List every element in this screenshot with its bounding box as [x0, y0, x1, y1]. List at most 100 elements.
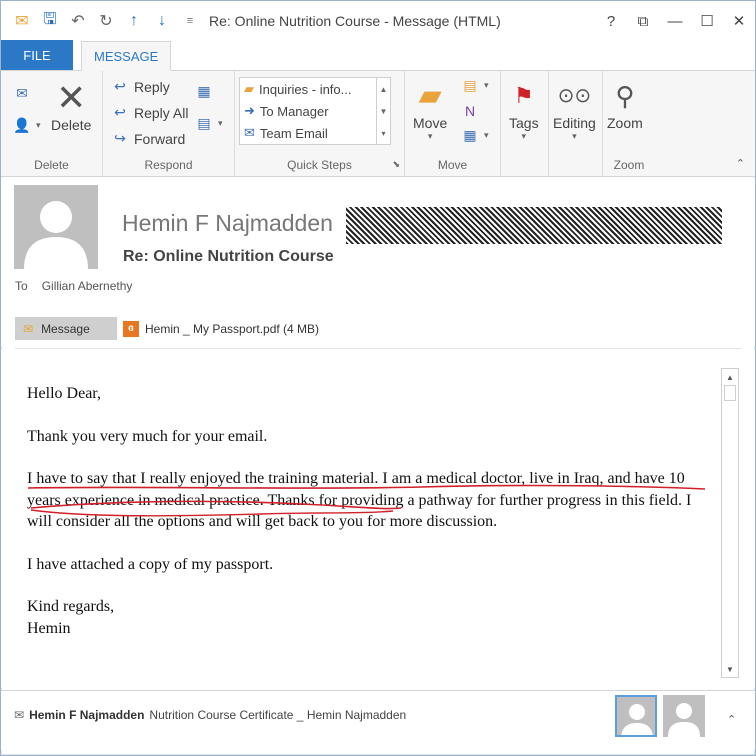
onenote-button[interactable]: N — [461, 103, 479, 119]
people-avatar-selected[interactable] — [615, 695, 657, 737]
sender-name[interactable]: Hemin F Najmadden — [122, 210, 333, 237]
person-silhouette-icon — [24, 201, 88, 269]
dialog-launcher-icon[interactable]: ⬊ — [392, 159, 400, 170]
magnifier-icon: ⚲ — [615, 81, 635, 111]
person-silhouette-icon — [621, 704, 653, 735]
binoculars-icon: ⊙⊙ — [557, 85, 592, 107]
chevron-down-icon: ▾ — [484, 130, 489, 140]
body-signature: Hemin — [27, 619, 71, 637]
message-chip[interactable]: ✉ Message — [15, 317, 117, 340]
body-paragraph: I have attached a copy of my passport. — [27, 555, 274, 573]
to-label: To — [15, 279, 28, 293]
zoom-label: Zoom — [607, 115, 643, 131]
quick-step-item[interactable]: ▰ Inquiries - info... — [240, 78, 390, 100]
team-email-icon: ✉ — [244, 125, 255, 140]
group-label: Move — [437, 158, 468, 172]
scroll-up-icon[interactable]: ▲ — [722, 369, 738, 385]
expand-people-pane-icon[interactable]: ⌃ — [727, 713, 736, 726]
move-button[interactable]: ▰ Move ▾ — [413, 77, 447, 142]
message-subject: Re: Online Nutrition Course — [123, 248, 334, 265]
body-paragraph: Thank you very much for your email. — [27, 427, 268, 445]
to-recipient[interactable]: Gillian Abernethy — [42, 279, 133, 293]
reply-button[interactable]: ↩ Reply — [111, 78, 170, 95]
chevron-down-icon[interactable]: ▼ — [380, 107, 388, 116]
restore-ribbon-icon[interactable]: ⧉ — [627, 1, 659, 41]
close-button[interactable]: ✕ — [723, 1, 755, 41]
chevron-down-icon: ▾ — [521, 131, 527, 141]
tags-label: Tags — [509, 115, 539, 131]
body-text: Hello Dear, Thank you very much for your… — [27, 383, 717, 639]
quick-steps-group: ▰ Inquiries - info... ➜ To Manager ✉ Tea… — [235, 71, 405, 176]
help-button[interactable]: ? — [595, 1, 627, 41]
actions-button[interactable]: ▦ ▾ — [461, 127, 489, 144]
group-label: Delete — [34, 158, 69, 172]
more-respond-button[interactable]: ▤ ▾ — [195, 115, 223, 132]
scroll-down-icon[interactable]: ▼ — [722, 661, 738, 677]
reply-all-button[interactable]: ↩ Reply All — [111, 104, 188, 121]
move-label: Move — [413, 115, 448, 131]
vertical-scrollbar[interactable]: ▲ ▼ — [721, 368, 739, 678]
person-silhouette-icon — [668, 703, 700, 737]
flag-icon: ⚑ — [513, 83, 534, 108]
more-icon[interactable]: ▾ — [381, 129, 385, 138]
sender-avatar[interactable] — [14, 185, 98, 269]
rules-button[interactable]: ▤ ▾ — [461, 77, 488, 94]
people-avatar[interactable] — [663, 695, 705, 737]
save-icon[interactable]: 🖫 — [41, 11, 59, 30]
collapse-ribbon-icon[interactable]: ⌃ — [736, 157, 745, 170]
tags-button[interactable]: ⚑ Tags ▾ — [509, 77, 539, 142]
envelope-icon: ✉ — [23, 321, 34, 336]
forward-button[interactable]: ↪ Forward — [111, 130, 185, 147]
delete-button[interactable]: ✕ Delete — [51, 77, 92, 134]
arrow-up-icon[interactable]: ↑ — [125, 12, 143, 30]
quick-step-label: Team Email — [259, 125, 328, 141]
attachment-name[interactable]: Hemin _ My Passport.pdf (4 MB) — [145, 322, 319, 336]
move-folder-icon: ▰ — [418, 79, 442, 112]
quick-step-item[interactable]: ✉ Team Email — [240, 122, 390, 144]
group-label: Zoom — [613, 158, 645, 172]
people-pane-name[interactable]: Hemin F Najmadden — [29, 708, 144, 722]
forward-label: Forward — [134, 130, 186, 147]
customize-qat-icon[interactable]: ≡ — [181, 12, 199, 30]
people-pane-item[interactable]: Nutrition Course Certificate _ Hemin Naj… — [149, 708, 406, 722]
body-closing: Kind regards, — [27, 598, 115, 615]
quick-access-toolbar: ✉ 🖫 ↶ ↻ ↑ ↓ ≡ — [1, 1, 199, 41]
chevron-up-icon[interactable]: ▲ — [380, 85, 388, 94]
maximize-button[interactable]: ☐ — [691, 1, 723, 41]
ignore-icon: ✉ — [16, 85, 28, 101]
minimize-button[interactable]: — — [659, 1, 691, 41]
folder-icon: ▰ — [244, 81, 254, 96]
group-label: Quick Steps — [287, 158, 352, 172]
chevron-down-icon: ▾ — [572, 131, 577, 141]
quick-steps-gallery: ▰ Inquiries - info... ➜ To Manager ✉ Tea… — [239, 77, 391, 145]
quick-steps-scroll[interactable]: ▲ ▼ ▾ — [376, 78, 390, 144]
junk-button[interactable]: 👤 ▾ — [13, 117, 40, 134]
move-group: ▰ Move ▾ ▤ ▾ N ▦ ▾ Move — [405, 71, 501, 176]
scroll-thumb[interactable] — [724, 385, 736, 401]
editing-button[interactable]: ⊙⊙ Editing ▾ — [553, 77, 596, 142]
quick-step-item[interactable]: ➜ To Manager — [240, 100, 390, 122]
delete-x-icon: ✕ — [56, 77, 87, 118]
body-greeting: Hello Dear, — [27, 385, 101, 402]
window-title: Re: Online Nutrition Course - Message (H… — [209, 13, 501, 29]
tab-file[interactable]: FILE — [1, 40, 73, 70]
people-pane-info: ✉ Hemin F Najmadden Nutrition Course Cer… — [14, 708, 406, 722]
zoom-button[interactable]: ⚲ Zoom — [607, 77, 643, 131]
to-row: To Gillian Abernethy — [15, 279, 132, 293]
tab-message[interactable]: MESSAGE — [81, 41, 172, 71]
reply-all-icon: ↩ — [114, 104, 126, 120]
delete-label: Delete — [51, 117, 92, 133]
arrow-down-icon[interactable]: ↓ — [153, 12, 171, 30]
reply-all-label: Reply All — [134, 104, 189, 121]
chevron-down-icon: ▾ — [218, 118, 223, 128]
envelope-icon: ✉ — [15, 13, 29, 30]
ignore-button[interactable]: ✉ — [13, 85, 31, 102]
zoom-group: ⚲ Zoom Zoom — [603, 71, 655, 176]
body-paragraph: I have to say that I really enjoyed the … — [27, 470, 692, 530]
undo-icon[interactable]: ↶ — [69, 12, 87, 30]
redo-icon[interactable]: ↻ — [97, 12, 115, 30]
message-body[interactable]: Hello Dear, Thank you very much for your… — [1, 350, 755, 688]
meeting-button[interactable]: ▦ — [195, 83, 213, 100]
meeting-icon: ▦ — [197, 83, 211, 99]
ribbon: ✉ 👤 ▾ ✕ Delete Delete ↩ Reply ↩ Reply Al… — [1, 71, 755, 177]
